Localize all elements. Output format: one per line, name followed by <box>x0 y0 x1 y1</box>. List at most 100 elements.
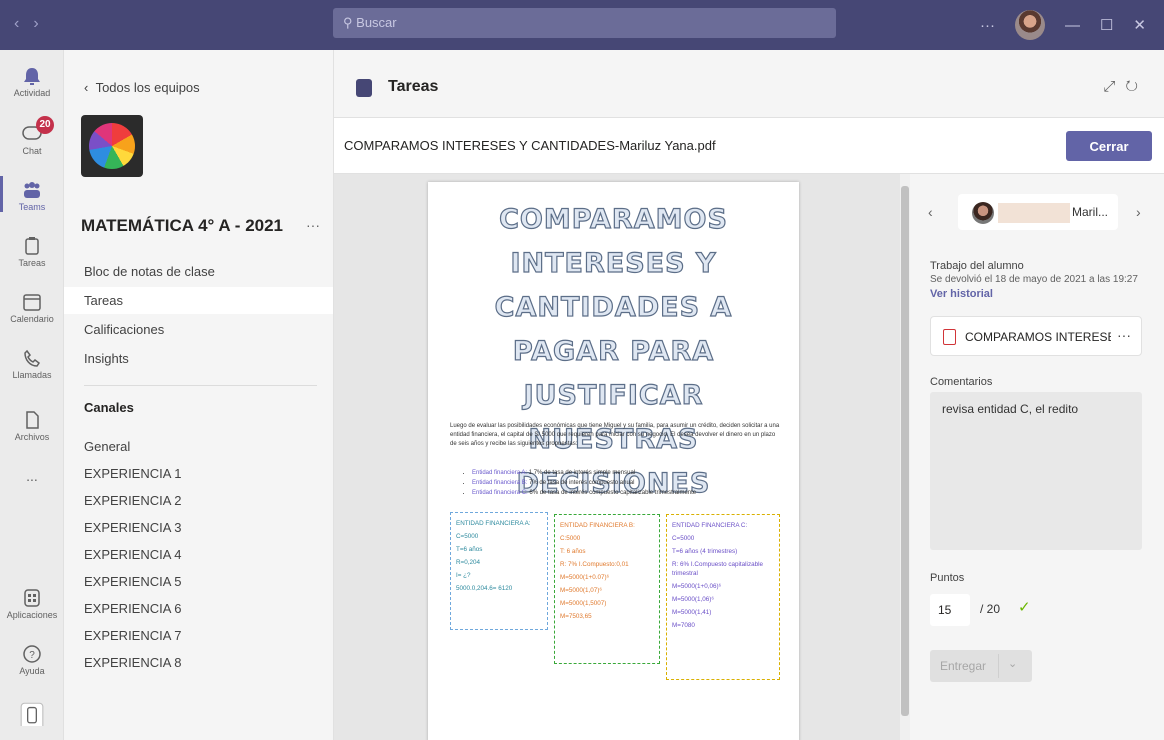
bell-icon <box>24 68 40 85</box>
channel-general[interactable]: General <box>64 433 333 460</box>
phone-icon <box>24 349 41 367</box>
channel-experiencia-1[interactable]: EXPERIENCIA 1 <box>64 460 333 487</box>
channels-heading: Canales <box>84 400 134 415</box>
channel-experiencia-3[interactable]: EXPERIENCIA 3 <box>64 514 333 541</box>
list-item: Entidad financiera C: 6% de tasa de inte… <box>472 488 782 498</box>
document-intro: Luego de evaluar las posibilidades econó… <box>450 423 780 447</box>
entity-b-box: ENTIDAD FINANCIERA B: C:5000 T: 6 años R… <box>554 514 660 664</box>
refresh-icon[interactable]: ↻ <box>1125 78 1148 95</box>
color-wheel-logo <box>89 123 135 169</box>
student-selector: ‹ Maril... › <box>928 194 1146 232</box>
student-work-label: Trabajo del alumno <box>930 260 1024 272</box>
list-item: Entidad financiera B: 7% de tasa de inte… <box>472 478 782 488</box>
teams-icon <box>24 182 40 198</box>
main-header: Tareas ⤢↻ <box>334 50 1164 118</box>
file-bar: COMPARAMOS INTERESES Y CANTIDADES-Marilu… <box>334 118 1164 174</box>
chevron-down-icon[interactable]: ⌄ <box>1008 657 1017 670</box>
channel-experiencia-2[interactable]: EXPERIENCIA 2 <box>64 487 333 514</box>
view-history-link[interactable]: Ver historial <box>930 288 993 300</box>
history-nav[interactable]: ‹› <box>14 15 53 33</box>
attached-file[interactable]: COMPARAMOS INTERESES ··· <box>930 316 1142 356</box>
viewer-scrollbar[interactable] <box>900 174 910 740</box>
chevron-left-icon: ‹ <box>84 80 89 95</box>
title-bar: ‹› ⚲ Buscar ··· — ☐ ✕ <box>0 0 1164 50</box>
check-icon: ✓ <box>1018 599 1031 616</box>
page-title: Tareas <box>388 78 439 95</box>
more-options-button[interactable]: ··· <box>980 17 995 34</box>
more-icon: ... <box>26 468 38 484</box>
help-icon: ? <box>23 645 41 663</box>
rail-item-activity[interactable]: Actividad <box>0 66 64 98</box>
nav-insights[interactable]: Insights <box>64 345 333 372</box>
close-button[interactable]: Cerrar <box>1066 131 1152 161</box>
comments-label: Comentarios <box>930 376 993 388</box>
mobile-device-icon <box>20 702 44 726</box>
attached-file-name: COMPARAMOS INTERESES <box>965 330 1111 344</box>
search-placeholder: Buscar <box>356 15 397 30</box>
expand-icon[interactable]: ⤢ <box>1103 78 1125 95</box>
entity-a-box: ENTIDAD FINANCIERA A: C=5000 T=6 años R=… <box>450 512 548 630</box>
student-name: Maril... <box>1072 205 1108 219</box>
rail-item-more[interactable]: ... <box>0 468 64 484</box>
team-more-button[interactable]: ··· <box>306 217 320 233</box>
next-student-icon[interactable]: › <box>1136 204 1141 220</box>
document-title: COMPARAMOS INTERESES Y CANTIDADES A PAGA… <box>494 203 733 499</box>
svg-text:?: ? <box>29 650 35 661</box>
maximize-button[interactable]: ☐ <box>1100 16 1113 34</box>
forward-arrow-icon[interactable]: › <box>33 15 52 32</box>
back-to-teams-link[interactable]: ‹ Todos los equipos <box>84 80 200 95</box>
rail-item-help[interactable]: ? Ayuda <box>0 644 64 676</box>
divider <box>84 385 317 386</box>
rail-item-calendar[interactable]: Calendario <box>0 292 64 324</box>
pdf-viewer[interactable]: COMPARAMOS INTERESES Y CANTIDADES A PAGA… <box>334 174 900 740</box>
team-sidebar: ‹ Todos los equipos MATEMÁTICA 4° A - 20… <box>64 50 334 740</box>
assignments-icon <box>25 237 39 255</box>
scrollbar-thumb[interactable] <box>901 186 909 716</box>
divider <box>998 654 999 678</box>
nav-class-notebook[interactable]: Bloc de notas de clase <box>64 258 333 285</box>
rail-item-chat[interactable]: 20 Chat <box>0 116 64 156</box>
comment-field[interactable]: revisa entidad C, el redito <box>930 392 1142 550</box>
close-window-button[interactable]: ✕ <box>1133 16 1146 34</box>
profile-avatar[interactable] <box>1014 10 1045 40</box>
channel-experiencia-5[interactable]: EXPERIENCIA 5 <box>64 568 333 595</box>
search-input[interactable]: ⚲ Buscar <box>333 8 836 38</box>
file-name: COMPARAMOS INTERESES Y CANTIDADES-Marilu… <box>344 138 716 153</box>
assignments-app-icon <box>356 79 372 97</box>
entity-c-box: ENTIDAD FINANCIERA C: C=5000 T=6 años (4… <box>666 514 780 680</box>
rail-item-assignments[interactable]: Tareas <box>0 236 64 268</box>
team-name: MATEMÁTICA 4° A - 2021 <box>81 216 284 235</box>
nav-assignments[interactable]: Tareas <box>64 287 333 314</box>
team-avatar <box>81 115 143 177</box>
back-arrow-icon[interactable]: ‹ <box>14 15 33 32</box>
points-input[interactable]: 15 <box>930 594 970 626</box>
file-icon <box>26 411 39 429</box>
window-controls: ··· — ☐ ✕ <box>980 0 1164 50</box>
nav-grades[interactable]: Calificaciones <box>64 316 333 343</box>
student-card[interactable]: Maril... <box>958 194 1118 230</box>
channel-experiencia-8[interactable]: EXPERIENCIA 8 <box>64 649 333 676</box>
points-label: Puntos <box>930 572 965 584</box>
channel-experiencia-7[interactable]: EXPERIENCIA 7 <box>64 622 333 649</box>
student-avatar <box>972 202 994 224</box>
rail-item-apps[interactable]: Aplicaciones <box>0 588 64 620</box>
return-button[interactable]: Entregar ⌄ <box>930 650 1032 682</box>
apps-icon <box>24 589 40 607</box>
channel-experiencia-6[interactable]: EXPERIENCIA 6 <box>64 595 333 622</box>
previous-student-icon[interactable]: ‹ <box>928 204 933 220</box>
app-rail: Actividad 20 Chat Teams Tareas Calendari… <box>0 50 64 740</box>
file-more-button[interactable]: ··· <box>1117 327 1131 343</box>
minimize-button[interactable]: — <box>1065 17 1080 34</box>
rail-item-teams[interactable]: Teams <box>0 176 64 212</box>
search-icon: ⚲ <box>343 15 353 30</box>
rail-item-device[interactable] <box>0 700 64 728</box>
header-actions: ⤢↻ <box>1103 78 1148 95</box>
list-item: Entidad financiera A: 1.7% de tasa de in… <box>472 468 782 478</box>
returned-status: Se devolvió el 18 de mayo de 2021 a las … <box>930 274 1138 285</box>
rail-item-calls[interactable]: Llamadas <box>0 348 64 380</box>
chat-badge: 20 <box>36 116 54 134</box>
calendar-icon <box>23 294 41 311</box>
rail-item-files[interactable]: Archivos <box>0 410 64 442</box>
points-total: / 20 <box>980 602 1001 616</box>
channel-experiencia-4[interactable]: EXPERIENCIA 4 <box>64 541 333 568</box>
